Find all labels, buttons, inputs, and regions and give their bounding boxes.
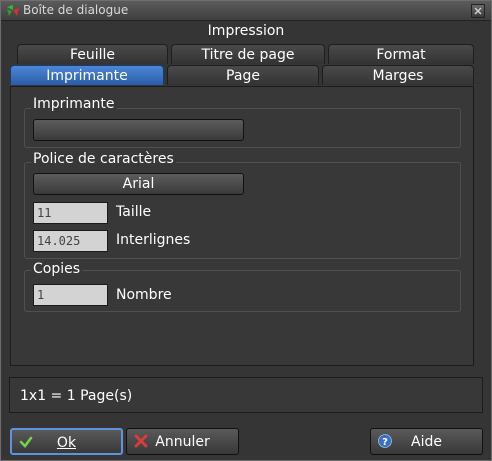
cancel-button[interactable]: Annuler: [126, 428, 239, 455]
close-icon: [474, 7, 482, 15]
window-title: Boîte de dialogue: [23, 3, 129, 17]
help-label: Aide: [411, 434, 442, 450]
font-size-label: Taille: [116, 204, 152, 220]
tab-marges[interactable]: Marges: [322, 65, 474, 85]
title-bar[interactable]: Boîte de dialogue: [1, 1, 491, 21]
font-select-button[interactable]: Arial: [33, 173, 244, 195]
line-spacing-field[interactable]: 14.025: [33, 230, 108, 252]
tab-imprimante[interactable]: Imprimante: [10, 65, 164, 85]
cancel-label: Annuler: [155, 434, 210, 450]
help-button[interactable]: ? Aide: [370, 428, 483, 455]
font-size-field[interactable]: 11: [33, 202, 108, 224]
font-legend: Police de caractères: [31, 151, 176, 167]
tab-titre-de-page[interactable]: Titre de page: [171, 44, 325, 64]
copies-count-label: Nombre: [116, 287, 172, 303]
dialog-window: Boîte de dialogue Impression Feuille Tit…: [0, 0, 492, 461]
printer-legend: Imprimante: [31, 96, 117, 112]
dialog-heading: Impression: [207, 23, 285, 39]
copies-count-field[interactable]: 1: [33, 284, 108, 306]
tab-format[interactable]: Format: [328, 44, 474, 64]
ok-button[interactable]: Ok: [10, 428, 123, 455]
tab-feuille[interactable]: Feuille: [17, 44, 168, 64]
ok-label: Ok: [56, 435, 77, 451]
line-spacing-label: Interlignes: [116, 232, 191, 248]
status-text: 1x1 = 1 Page(s): [20, 388, 133, 404]
status-bar: 1x1 = 1 Page(s): [9, 377, 483, 413]
app-logo-icon: [7, 5, 19, 16]
copies-legend: Copies: [31, 261, 83, 277]
printer-select-button[interactable]: [33, 119, 244, 141]
tab-page[interactable]: Page: [167, 65, 319, 85]
close-button[interactable]: [471, 4, 485, 18]
tab-panel: Imprimante Police de caractères Arial 11…: [10, 86, 474, 366]
